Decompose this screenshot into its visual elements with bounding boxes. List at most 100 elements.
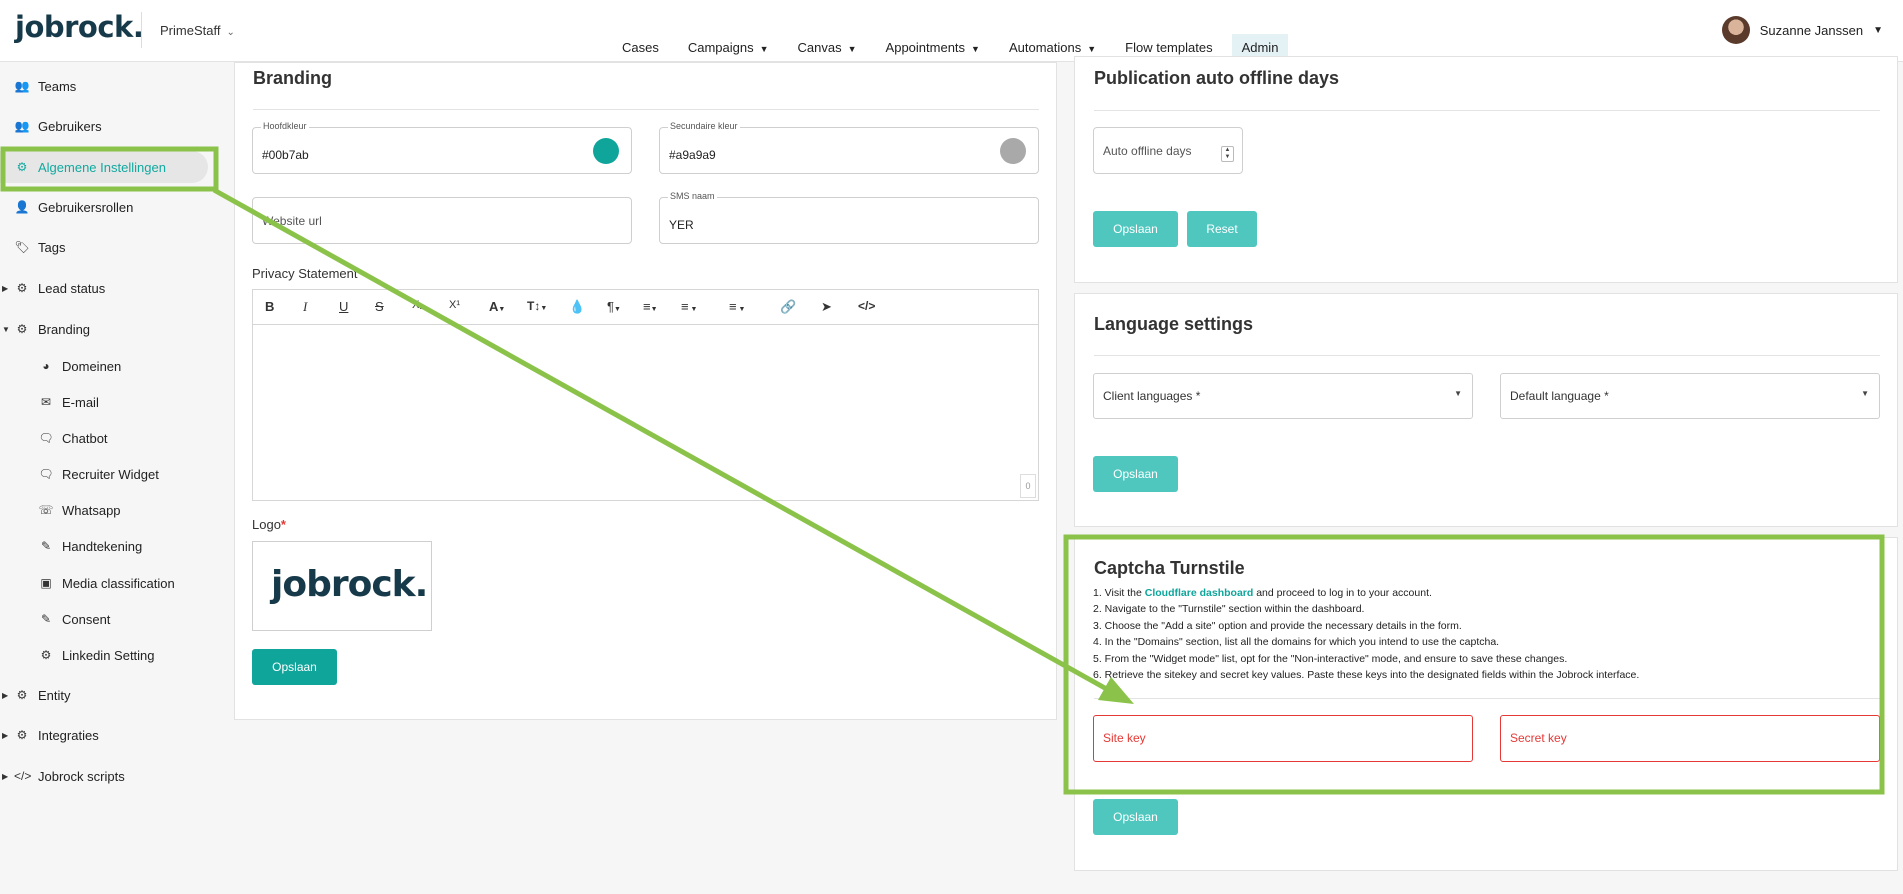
user-name: Suzanne Janssen [1759,22,1864,38]
site-key-field[interactable]: Site key [1093,715,1473,762]
link-icon[interactable]: 🔗 [780,299,796,315]
strikethrough-icon[interactable]: S [375,299,384,314]
step-text: 1. Visit the [1093,587,1145,599]
underline-icon[interactable]: U [339,299,348,314]
sidebar-item-label: Domeinen [62,358,122,374]
sidebar-item-chatbot[interactable]: 🗨 Chatbot [0,423,210,453]
nav-cases[interactable]: Cases [612,34,669,62]
subscript-icon[interactable]: X₂ [412,299,424,311]
nav-canvas[interactable]: Canvas ▼ [788,34,867,62]
italic-icon[interactable]: I [303,299,307,315]
cloudflare-dashboard-link[interactable]: Cloudflare dashboard [1145,587,1254,599]
sidebar-item-email[interactable]: ✉ E-mail [0,387,210,417]
select-placeholder: Default language * [1510,389,1609,403]
nav-appointments[interactable]: Appointments ▼ [876,34,990,62]
gears-icon: ⚙ [16,728,28,742]
user-menu[interactable]: Suzanne Janssen ▼ [1721,16,1883,44]
highlight-icon[interactable]: 💧 [569,299,585,315]
publication-reset-button[interactable]: Reset [1187,211,1257,247]
publication-save-button[interactable]: Opslaan [1093,211,1178,247]
sidebar-item-branding[interactable]: ▼ ⚙ Branding [0,314,210,344]
sidebar-item-consent[interactable]: ✎ Consent [0,604,210,634]
paragraph-icon[interactable]: ¶▼ [607,299,621,314]
required-marker: * [280,517,286,532]
ordered-list-icon[interactable]: ≡ ▼ [681,299,697,314]
language-save-button[interactable]: Opslaan [1093,456,1178,492]
bold-icon[interactable]: B [265,299,274,314]
sidebar-item-tags[interactable]: 🏷 Tags [0,232,210,262]
code-view-icon[interactable]: </> [858,299,875,313]
logo-divider [141,12,142,48]
sidebar-item-label: Entity [38,687,71,703]
chevron-down-icon: ⌄ [226,27,235,38]
sidebar-item-media-classification[interactable]: ▣ Media classification [0,568,210,598]
app-logo[interactable]: jobrock. [15,10,144,44]
sidebar-item-jobrock-scripts[interactable]: ▶ </> Jobrock scripts [0,761,210,791]
instruction-step: 5. From the "Widget mode" list, opt for … [1093,652,1568,665]
sidebar-item-general-settings[interactable]: ⚙ Algemene Instellingen [0,151,208,183]
chevron-down-icon: ▼ [1873,24,1883,36]
font-size-icon[interactable]: T↕▼ [527,299,547,313]
client-languages-select[interactable]: Client languages * ▼ [1093,373,1473,419]
primary-color-field[interactable]: Hoofdkleur #00b7ab [252,121,632,174]
caret-right-icon: ▶ [2,283,9,293]
website-url-field[interactable]: Website url [252,197,632,244]
instruction-step: 1. Visit the Cloudflare dashboard and pr… [1093,585,1639,601]
sidebar-item-teams[interactable]: 👥 Teams [0,71,210,101]
signature-icon: ✎ [40,612,52,626]
sidebar-item-users[interactable]: 👥 Gebruikers [0,111,210,141]
code-icon: </> [14,769,32,783]
logo-upload[interactable]: jobrock. [252,541,432,631]
nav-label: Automations [1008,40,1082,55]
org-name: PrimeStaff [160,23,221,38]
color-swatch[interactable] [593,138,619,164]
branding-save-button[interactable]: Opslaan [252,649,337,685]
sidebar-item-label: Teams [38,78,77,94]
unordered-list-icon[interactable]: ≡ ▼ [729,299,745,314]
sidebar-item-lead-status[interactable]: ▶ ⚙ Lead status [0,273,210,303]
gears-icon: ⚙ [16,688,28,702]
top-bar: jobrock. PrimeStaff ⌄ Cases Campaigns ▼ Ca… [0,0,1903,62]
sidebar-item-label: Lead status [38,280,106,296]
default-language-select[interactable]: Default language * ▼ [1500,373,1880,419]
privacy-editor[interactable]: B I U S X₂ X¹ A▼ T↕▼ 💧 ¶▼ ≡▼ ≡ ▼ ≡ ▼ 🔗 ➤… [252,289,1039,501]
align-icon[interactable]: ≡▼ [643,299,658,314]
sidebar-item-signature[interactable]: ✎ Handtekening [0,531,210,561]
sidebar-item-integrations[interactable]: ▶ ⚙ Integraties [0,720,210,750]
auto-offline-days-input[interactable]: Auto offline days ▲ ▼ [1093,127,1243,174]
superscript-icon[interactable]: X¹ [449,299,460,311]
sidebar-item-roles[interactable]: 👤 Gebruikersrollen [0,192,210,222]
sidebar-item-linkedin-setting[interactable]: ⚙ Linkedin Setting [0,640,210,670]
comment-icon: 🗨 [38,467,54,481]
sms-name-field[interactable]: SMS naam YER [659,191,1039,244]
sidebar-item-label: Linkedin Setting [62,647,155,663]
gear-icon: ⚙ [40,648,52,662]
whatsapp-icon: ☏ [38,503,54,517]
secondary-color-field[interactable]: Secundaire kleur #a9a9a9 [659,121,1039,174]
secret-key-field[interactable]: Secret key [1500,715,1880,762]
font-color-icon[interactable]: A▼ [489,299,505,314]
instruction-step: 3. Choose the "Add a site" option and pr… [1093,619,1462,632]
org-switcher[interactable]: PrimeStaff ⌄ [160,23,235,38]
caret-right-icon: ▶ [2,690,9,700]
captcha-save-button[interactable]: Opslaan [1093,799,1178,835]
sidebar-item-label: Branding [38,321,91,337]
field-placeholder: Secret key [1510,731,1567,745]
sidebar-item-entity[interactable]: ▶ ⚙ Entity [0,680,210,710]
field-label: Hoofdkleur [261,121,309,131]
sidebar-item-recruiter-widget[interactable]: 🗨 Recruiter Widget [0,459,210,489]
logo-preview: jobrock. [271,564,428,605]
color-swatch[interactable] [1000,138,1026,164]
nav-campaigns[interactable]: Campaigns ▼ [678,34,779,62]
signature-icon: ✎ [40,539,52,553]
sidebar-item-label: E-mail [62,394,99,410]
sidebar-item-whatsapp[interactable]: ☏ Whatsapp [0,495,210,525]
divider [1094,110,1880,111]
sidebar-item-label: Jobrock scripts [38,768,125,784]
divider [1094,355,1880,356]
cursor-icon[interactable]: ➤ [821,299,832,315]
nav-label: Flow templates [1125,40,1213,55]
caret-down-icon: ▼ [1861,389,1869,398]
sidebar-item-domains[interactable]: ◕ Domeinen [0,351,210,381]
number-stepper[interactable]: ▲ ▼ [1221,146,1234,162]
